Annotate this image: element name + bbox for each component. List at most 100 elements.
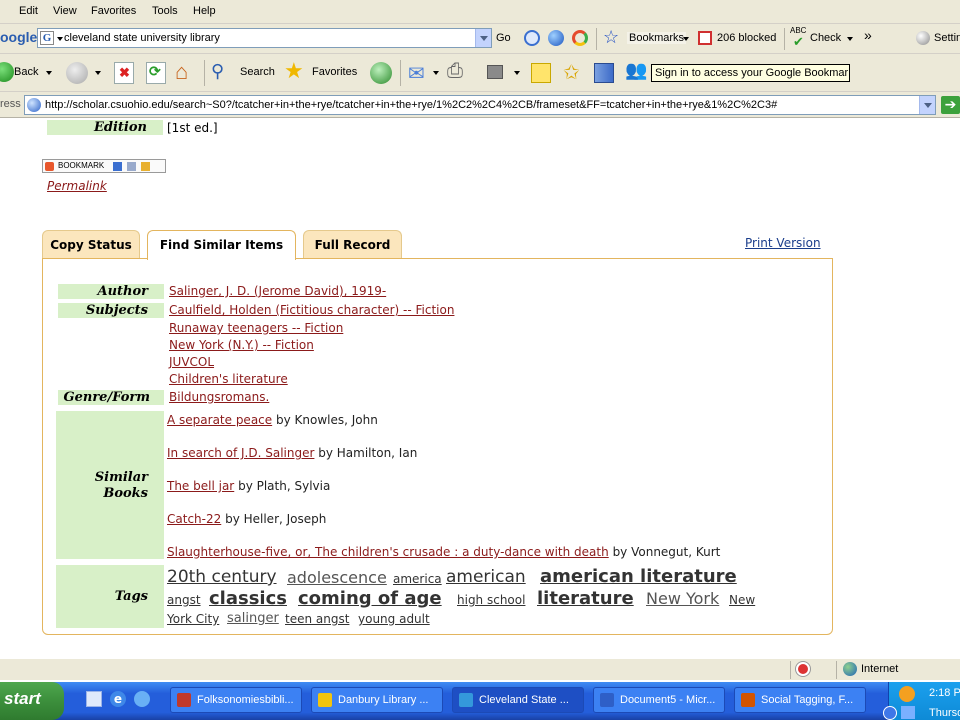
book-title-link[interactable]: Slaughterhouse-five, or, The children's … <box>167 545 609 559</box>
clock-day: Thursd <box>929 707 960 719</box>
bookmark-button-label: BOOKMARK <box>58 161 105 170</box>
google-search-input[interactable]: G cleveland state university library <box>37 28 492 48</box>
favorites-star-icon[interactable]: ★ <box>284 58 304 84</box>
subject-link[interactable]: Caulfield, Holden (Fictitious character)… <box>169 303 454 317</box>
tray-expand-icon[interactable] <box>883 706 897 720</box>
menu-tools[interactable]: Tools <box>152 5 178 17</box>
popup-blocker-icon[interactable] <box>698 31 712 45</box>
tag-link[interactable]: New York <box>646 589 719 608</box>
tag-link[interactable]: adolescence <box>287 568 387 587</box>
genre-link[interactable]: Bildungsromans. <box>169 390 269 404</box>
book-title-link[interactable]: A separate peace <box>167 413 272 427</box>
tag-link[interactable]: literature <box>537 588 634 609</box>
tag-link[interactable]: america <box>393 572 442 586</box>
home-icon[interactable]: ⌂ <box>175 59 188 85</box>
print-version-link[interactable]: Print Version <box>745 236 821 250</box>
tag-link[interactable]: young adult <box>358 612 430 626</box>
network-icon[interactable] <box>901 706 915 719</box>
tag-link[interactable]: american <box>446 567 526 587</box>
tag-link[interactable]: classics <box>209 588 287 609</box>
check-button[interactable]: Check <box>810 32 841 44</box>
internet-explorer-icon[interactable]: e <box>110 691 126 707</box>
show-desktop-icon[interactable] <box>86 691 102 707</box>
history-icon[interactable] <box>370 62 392 84</box>
compass-icon[interactable] <box>524 30 540 46</box>
settings-button[interactable]: Settin <box>934 32 960 44</box>
start-button[interactable]: start <box>0 682 64 720</box>
chevron-down-icon <box>57 37 63 41</box>
taskbar-item[interactable]: Danbury Library ... <box>311 687 443 713</box>
tab-copy-status[interactable]: Copy Status <box>42 230 140 259</box>
similar-book-item: Catch-22 by Heller, Joseph <box>167 512 326 526</box>
research-icon[interactable] <box>594 63 614 83</box>
taskbar-item[interactable]: Folksonomiesbibli... <box>170 687 302 713</box>
edit-icon[interactable] <box>487 65 503 79</box>
tag-link[interactable]: New <box>729 593 755 607</box>
chevron-down-icon[interactable] <box>433 71 439 75</box>
tab-full-record[interactable]: Full Record <box>303 230 402 259</box>
book-title-link[interactable]: In search of J.D. Salinger <box>167 446 314 460</box>
print-icon[interactable]: ⎙ <box>447 60 463 83</box>
stop-x-icon: ✖ <box>119 65 130 80</box>
tag-link[interactable]: York City <box>167 612 219 626</box>
search-button[interactable]: Search <box>240 66 275 78</box>
mail-icon[interactable]: ✉ <box>408 61 425 86</box>
favorites-button[interactable]: Favorites <box>312 66 357 78</box>
popup-blocked-icon[interactable] <box>796 662 810 676</box>
tag-link[interactable]: coming of age <box>298 588 442 609</box>
social-icon <box>141 162 150 171</box>
taskbar-item[interactable]: Social Tagging, F... <box>734 687 866 713</box>
tag-link[interactable]: high school <box>457 593 525 607</box>
address-input[interactable]: http://scholar.csuohio.edu/search~S0?/tc… <box>24 95 936 115</box>
book-author: by Heller, Joseph <box>225 512 327 526</box>
similar-book-item: The bell jar by Plath, Sylvia <box>167 479 330 493</box>
chevron-down-icon[interactable] <box>46 71 52 75</box>
subject-link[interactable]: Children's literature <box>169 372 288 386</box>
notes-icon[interactable] <box>531 63 551 83</box>
book-title-link[interactable]: The bell jar <box>167 479 234 493</box>
subject-link[interactable]: JUVCOL <box>169 355 214 369</box>
search-icon[interactable]: ⚲ <box>211 61 224 82</box>
forward-arrow-icon[interactable] <box>66 62 88 84</box>
tag-link[interactable]: angst <box>167 593 201 607</box>
quicklaunch-icon[interactable] <box>134 691 150 707</box>
dropdown-arrow-icon[interactable] <box>919 96 935 114</box>
back-button[interactable]: Back <box>14 66 38 78</box>
go-button[interactable]: Go <box>496 32 511 44</box>
menu-edit[interactable]: Edit <box>19 5 38 17</box>
pagerank-icon[interactable] <box>572 30 588 46</box>
menu-view[interactable]: View <box>53 5 77 17</box>
menu-favorites[interactable]: Favorites <box>91 5 136 17</box>
go-arrow-icon[interactable]: ➔ <box>941 96 960 114</box>
globe-icon[interactable] <box>548 30 564 46</box>
taskbar-item[interactable]: Document5 - Micr... <box>593 687 725 713</box>
google-g-icon[interactable]: G <box>40 31 54 45</box>
chevron-down-icon[interactable] <box>95 71 101 75</box>
permalink-link[interactable]: Permalink <box>47 179 107 193</box>
tag-link[interactable]: american literature <box>540 566 737 587</box>
messenger-icon[interactable]: 👥 <box>625 60 647 81</box>
more-chevron-icon[interactable]: » <box>864 27 872 43</box>
favorites-add-icon[interactable]: ✩ <box>563 60 580 85</box>
settings-icon[interactable] <box>916 31 930 45</box>
book-title-link[interactable]: Catch-22 <box>167 512 221 526</box>
delicious-icon <box>113 162 122 171</box>
bookmarks-button[interactable]: Bookmarks <box>627 32 687 44</box>
menu-help[interactable]: Help <box>193 5 216 17</box>
subject-link[interactable]: New York (N.Y.) -- Fiction <box>169 338 314 352</box>
chevron-down-icon[interactable] <box>514 71 520 75</box>
blocked-count[interactable]: 206 blocked <box>717 32 776 44</box>
author-label: Author <box>58 284 164 299</box>
bookmark-button[interactable]: BOOKMARK <box>42 159 166 173</box>
tag-link[interactable]: salinger <box>227 611 279 626</box>
tray-app-icon[interactable] <box>899 686 915 702</box>
dropdown-arrow-icon[interactable] <box>475 29 491 47</box>
tag-link[interactable]: 20th century <box>167 567 277 587</box>
author-link[interactable]: Salinger, J. D. (Jerome David), 1919- <box>169 284 386 298</box>
back-arrow-icon[interactable] <box>0 62 14 82</box>
star-icon[interactable]: ☆ <box>603 27 619 48</box>
subject-link[interactable]: Runaway teenagers -- Fiction <box>169 321 343 335</box>
taskbar-item-active[interactable]: Cleveland State ... <box>452 687 584 713</box>
tab-find-similar-items[interactable]: Find Similar Items <box>147 230 296 260</box>
tag-link[interactable]: teen angst <box>285 612 349 626</box>
